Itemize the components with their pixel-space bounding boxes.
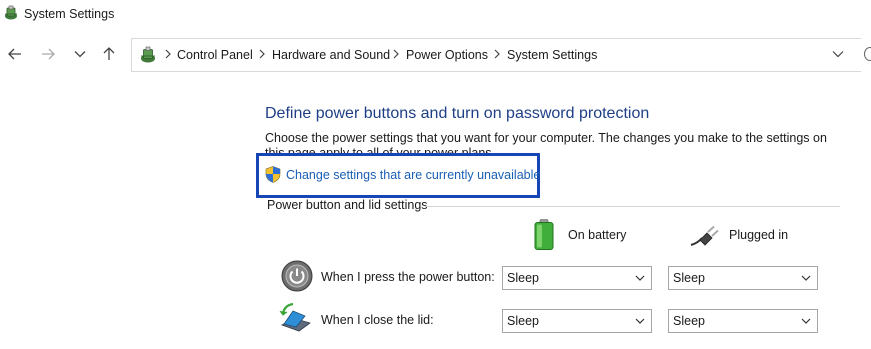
- breadcrumb-separator-icon: [259, 49, 265, 59]
- select-value: Sleep: [507, 314, 539, 328]
- chevron-down-icon: [801, 318, 811, 324]
- change-settings-link[interactable]: Change settings that are currently unava…: [286, 168, 540, 182]
- uac-shield-icon: [265, 166, 281, 183]
- laptop-lid-icon: [279, 303, 311, 332]
- power-button-on-battery-select[interactable]: Sleep: [502, 266, 652, 290]
- chevron-down-icon: [635, 275, 645, 281]
- recent-locations-button[interactable]: [70, 44, 90, 64]
- plugged-in-label: Plugged in: [729, 228, 789, 242]
- chevron-down-icon: [635, 318, 645, 324]
- window-title: System Settings: [24, 7, 115, 21]
- power-options-icon: [141, 46, 155, 63]
- title-bar: System Settings: [0, 0, 871, 28]
- power-group-label: Power button and lid settings: [267, 198, 430, 212]
- chevron-down-icon[interactable]: [832, 50, 844, 58]
- up-button[interactable]: [99, 44, 119, 64]
- power-button-row-label: When I press the power button:: [321, 270, 495, 284]
- arrow-right-icon: [42, 48, 55, 60]
- breadcrumb-separator-icon: [165, 49, 171, 59]
- back-button[interactable]: [5, 44, 25, 64]
- lid-row-label: When I close the lid:: [321, 313, 434, 327]
- power-options-icon: [5, 5, 17, 20]
- chevron-down-icon: [74, 51, 86, 58]
- power-button-icon: [281, 260, 313, 292]
- breadcrumb-control-panel[interactable]: Control Panel: [177, 48, 253, 62]
- power-plug-icon: [690, 226, 719, 246]
- on-battery-label: On battery: [568, 228, 627, 242]
- forward-button[interactable]: [38, 44, 58, 64]
- group-divider: [426, 206, 840, 207]
- select-value: Sleep: [673, 271, 705, 285]
- lid-on-battery-select[interactable]: Sleep: [502, 309, 652, 333]
- refresh-icon[interactable]: [864, 47, 871, 61]
- arrow-left-icon: [8, 48, 21, 60]
- lid-plugged-in-select[interactable]: Sleep: [668, 309, 818, 333]
- select-value: Sleep: [507, 271, 539, 285]
- breadcrumb-system-settings[interactable]: System Settings: [507, 48, 597, 62]
- breadcrumb-hardware-and-sound[interactable]: Hardware and Sound: [272, 48, 390, 62]
- select-value: Sleep: [673, 314, 705, 328]
- battery-icon: [534, 219, 554, 250]
- breadcrumb-separator-icon: [393, 49, 399, 59]
- power-button-plugged-in-select[interactable]: Sleep: [668, 266, 818, 290]
- chevron-down-icon: [801, 275, 811, 281]
- arrow-up-icon: [103, 47, 115, 60]
- breadcrumb-separator-icon: [494, 49, 500, 59]
- breadcrumb-power-options[interactable]: Power Options: [406, 48, 488, 62]
- page-heading: Define power buttons and turn on passwor…: [265, 105, 650, 122]
